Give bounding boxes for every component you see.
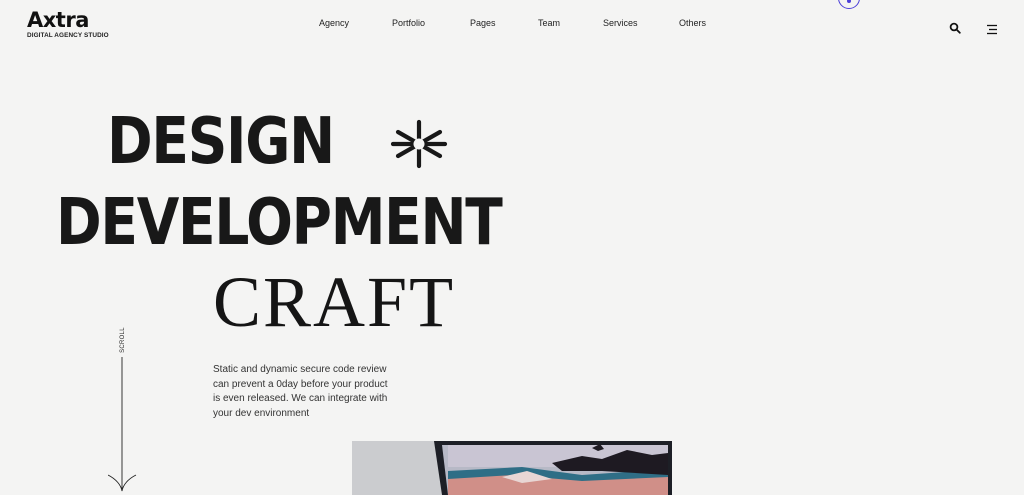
nav-item-pages[interactable]: Pages — [470, 18, 496, 28]
hero-description: Static and dynamic secure code review ca… — [213, 364, 388, 419]
asterisk-icon — [390, 119, 448, 169]
nav-item-others[interactable]: Others — [679, 18, 706, 28]
nav-item-agency[interactable]: Agency — [319, 18, 349, 28]
hero-title-design: DESIGN — [107, 105, 335, 179]
cursor-dot — [847, 0, 851, 3]
scroll-indicator[interactable]: SCROLL — [118, 327, 128, 353]
cursor-follower — [838, 0, 860, 9]
brand-tagline: DIGITAL AGENCY STUDIO — [27, 32, 109, 39]
search-button[interactable] — [949, 19, 961, 34]
search-icon — [949, 22, 961, 34]
menu-button[interactable] — [986, 20, 998, 35]
scroll-arrow-icon — [108, 357, 137, 492]
hero-title-development: DEVELOPMENT — [56, 186, 503, 260]
nav-item-team[interactable]: Team — [538, 18, 560, 28]
hero-image — [352, 441, 672, 495]
hamburger-menu-icon — [987, 24, 997, 35]
nav-item-services[interactable]: Services — [603, 18, 638, 28]
hero-title-craft: CRAFT — [213, 262, 456, 342]
main-nav: Agency Portfolio Pages Team Services Oth… — [0, 18, 1024, 32]
scroll-label: SCROLL — [120, 327, 126, 353]
nav-item-portfolio[interactable]: Portfolio — [392, 18, 425, 28]
